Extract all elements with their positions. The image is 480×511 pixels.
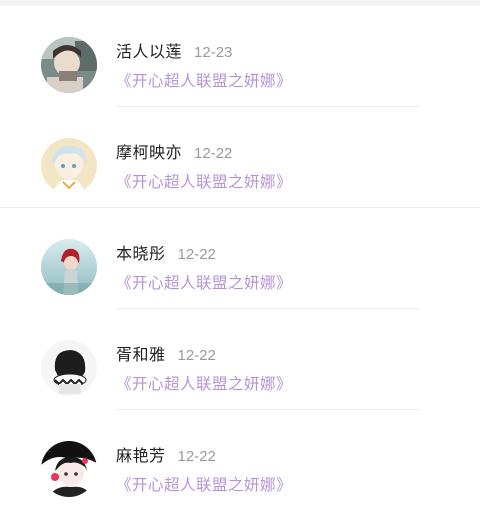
comment-username[interactable]: 摩柯映亦 (116, 139, 182, 163)
book-title-link[interactable]: 《开心超人联盟之妍娜》 (116, 473, 292, 495)
anime-avatar-red-hair-icon[interactable] (41, 239, 97, 295)
comment-item[interactable]: 胥和雅 12-22 《开心超人联盟之妍娜》 (0, 309, 480, 410)
comment-date: 12-22 (177, 246, 216, 263)
anime-avatar-white-hair-icon[interactable] (41, 138, 97, 194)
comment-date: 12-22 (177, 448, 216, 465)
comment-username[interactable]: 本晓彤 (116, 240, 166, 264)
book-title-link[interactable]: 《开心超人联盟之妍娜》 (116, 170, 292, 192)
comment-date: 12-22 (194, 145, 233, 162)
anime-avatar-boy-photo-icon[interactable] (41, 37, 97, 93)
book-title-link[interactable]: 《开心超人联盟之妍娜》 (116, 271, 292, 293)
comment-username[interactable]: 活人以莲 (116, 38, 182, 62)
comment-date: 12-23 (194, 44, 233, 61)
anime-avatar-girl-icon[interactable] (41, 441, 97, 497)
comment-item[interactable]: 活人以莲 12-23 《开心超人联盟之妍娜》 (0, 6, 480, 107)
comment-item[interactable]: 麻艳芳 12-22 《开心超人联盟之妍娜》 (0, 410, 480, 511)
comment-username[interactable]: 胥和雅 (116, 341, 166, 365)
book-title-link[interactable]: 《开心超人联盟之妍娜》 (116, 69, 292, 91)
book-title-link[interactable]: 《开心超人联盟之妍娜》 (116, 372, 292, 394)
comment-username[interactable]: 麻艳芳 (116, 442, 166, 466)
comment-item[interactable]: 本晓彤 12-22 《开心超人联盟之妍娜》 (0, 208, 480, 309)
comment-date: 12-22 (177, 347, 216, 364)
comment-item[interactable]: 摩柯映亦 12-22 《开心超人联盟之妍娜》 (0, 107, 480, 208)
comment-feed: 活人以莲 12-23 《开心超人联盟之妍娜》 摩柯映亦 12-22 《开心超人联… (0, 6, 480, 511)
anime-avatar-dark-hair-icon[interactable] (41, 340, 97, 396)
